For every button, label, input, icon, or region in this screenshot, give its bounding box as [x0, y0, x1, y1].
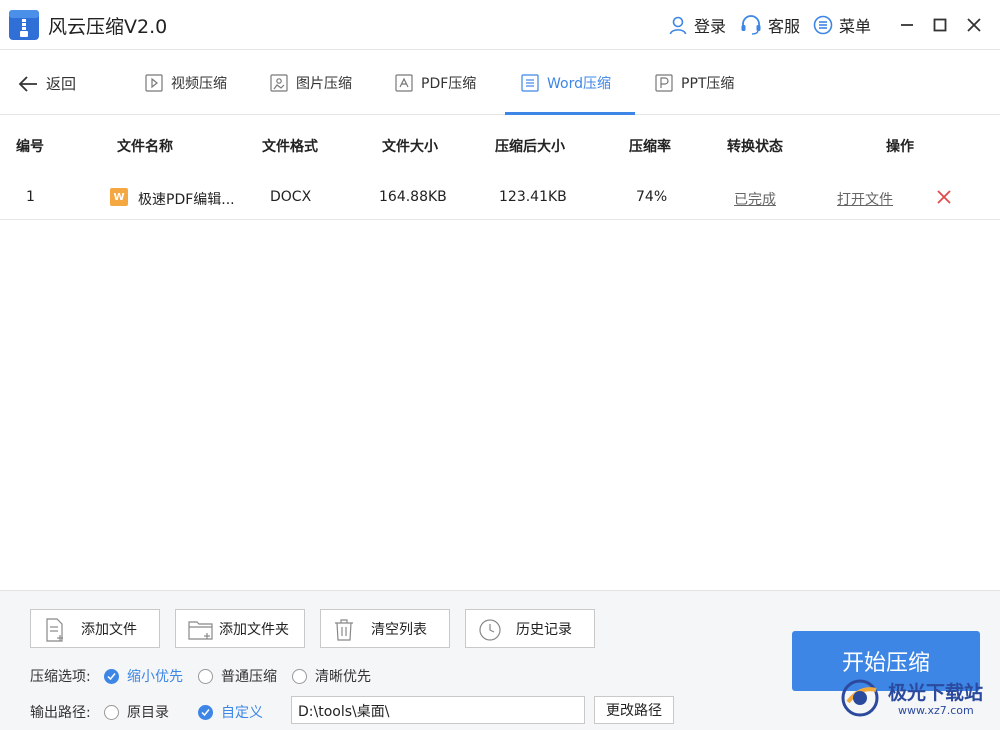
column-header-format: 文件格式 [262, 139, 318, 155]
clear-list-button[interactable]: 清空列表 [320, 609, 450, 648]
app-logo-icon [9, 10, 39, 40]
close-icon [967, 18, 981, 32]
add-file-button[interactable]: 添加文件 [30, 609, 160, 648]
app-title: 风云压缩V2.0 [48, 16, 168, 38]
service-button[interactable]: 客服 [740, 14, 800, 36]
login-button[interactable]: 登录 [668, 14, 726, 36]
column-header-status: 转换状态 [727, 139, 783, 155]
word-file-icon: W [110, 188, 128, 206]
service-label: 客服 [768, 17, 801, 36]
tab-image-label: 图片压缩 [296, 76, 352, 92]
radio-unchecked-icon [104, 704, 119, 720]
watermark-text: 极光下载站 [888, 682, 984, 704]
bottom-panel: 添加文件 添加文件夹 清空列表 历史记录 压缩选项: 缩小优先 普通压缩 清晰优… [0, 590, 1000, 730]
watermark: 极光下载站 www.xz7.com [838, 676, 998, 721]
radio-checked-icon [198, 704, 213, 720]
back-label: 返回 [46, 75, 77, 93]
minimize-button[interactable] [895, 13, 919, 37]
watermark-url: www.xz7.com [898, 704, 974, 717]
ppt-icon [655, 74, 673, 92]
title-bar: 风云压缩V2.0 登录 客服 菜单 [0, 0, 1000, 50]
change-path-button[interactable]: 更改路径 [594, 696, 674, 724]
row-status-link[interactable]: 已完成 [734, 189, 776, 209]
tab-video[interactable]: 视频压缩 [145, 51, 227, 115]
table-row: 1 W 极速PDF编辑... DOCX 164.88KB 123.41KB 74… [0, 173, 1000, 220]
add-folder-button[interactable]: 添加文件夹 [175, 609, 305, 648]
radio-compress-smallest-label: 缩小优先 [127, 669, 183, 685]
open-file-link[interactable]: 打开文件 [837, 189, 893, 209]
radio-output-original[interactable]: 原目录 [104, 702, 169, 722]
tab-image[interactable]: 图片压缩 [270, 51, 352, 115]
user-icon [669, 16, 687, 35]
row-index: 1 [26, 189, 35, 205]
radio-checked-icon [104, 668, 119, 684]
close-button[interactable] [962, 13, 986, 37]
delete-row-icon[interactable] [934, 187, 954, 207]
tab-word-label: Word压缩 [547, 76, 611, 92]
radio-output-custom[interactable]: 自定义 [198, 702, 263, 722]
output-path-input[interactable]: D:\tools\桌面\ [291, 696, 585, 724]
tab-pdf[interactable]: PDF压缩 [395, 51, 476, 115]
radio-compress-smallest[interactable]: 缩小优先 [104, 666, 183, 686]
login-label: 登录 [694, 17, 727, 36]
row-format: DOCX [270, 189, 312, 205]
row-ratio: 74% [636, 189, 668, 205]
watermark-logo-icon [841, 679, 879, 717]
menu-button[interactable]: 菜单 [813, 14, 871, 36]
row-file-name: 极速PDF编辑... [138, 192, 235, 208]
tab-pdf-label: PDF压缩 [421, 76, 477, 92]
image-icon [270, 74, 288, 92]
row-compressed-size: 123.41KB [499, 189, 567, 205]
menu-icon [813, 15, 833, 35]
column-header-compressed-size: 压缩后大小 [495, 139, 565, 155]
video-icon [145, 74, 163, 92]
tab-ppt-label: PPT压缩 [681, 76, 735, 92]
radio-output-original-label: 原目录 [127, 705, 169, 721]
add-folder-label: 添加文件夹 [219, 621, 289, 638]
pdf-icon [395, 74, 413, 92]
column-header-index: 编号 [16, 139, 44, 155]
word-doc-icon [521, 74, 539, 92]
maximize-icon [933, 18, 947, 32]
radio-compress-clarity-label: 清晰优先 [315, 669, 371, 685]
maximize-button[interactable] [928, 13, 952, 37]
menu-label: 菜单 [839, 17, 872, 36]
tab-word[interactable]: Word压缩 [521, 51, 611, 115]
active-tab-indicator [505, 112, 635, 115]
history-button[interactable]: 历史记录 [465, 609, 595, 648]
minimize-icon [901, 24, 913, 26]
arrow-left-icon [18, 75, 37, 92]
history-label: 历史记录 [516, 621, 572, 638]
add-file-label: 添加文件 [81, 621, 137, 638]
radio-compress-normal[interactable]: 普通压缩 [198, 666, 277, 686]
column-header-action: 操作 [886, 139, 914, 155]
back-button[interactable]: 返回 [18, 73, 76, 94]
column-header-name: 文件名称 [117, 139, 173, 155]
radio-compress-normal-label: 普通压缩 [221, 669, 277, 685]
tab-video-label: 视频压缩 [171, 76, 227, 92]
clear-list-label: 清空列表 [371, 621, 427, 638]
nav-bar: 返回 视频压缩 图片压缩 PDF压缩 Word压缩 PPT压缩 [0, 51, 1000, 115]
tab-ppt[interactable]: PPT压缩 [655, 51, 734, 115]
headset-icon [741, 15, 761, 35]
radio-unchecked-icon [198, 668, 213, 684]
output-path-label: 输出路径: [30, 705, 91, 721]
column-header-size: 文件大小 [382, 139, 438, 155]
radio-output-custom-label: 自定义 [221, 705, 263, 721]
table-header: 编号 文件名称 文件格式 文件大小 压缩后大小 压缩率 转换状态 操作 [0, 116, 1000, 173]
column-header-ratio: 压缩率 [629, 139, 671, 155]
radio-compress-clarity[interactable]: 清晰优先 [292, 666, 371, 686]
row-size: 164.88KB [379, 189, 447, 205]
radio-unchecked-icon [292, 668, 307, 684]
compress-options-label: 压缩选项: [30, 669, 91, 685]
